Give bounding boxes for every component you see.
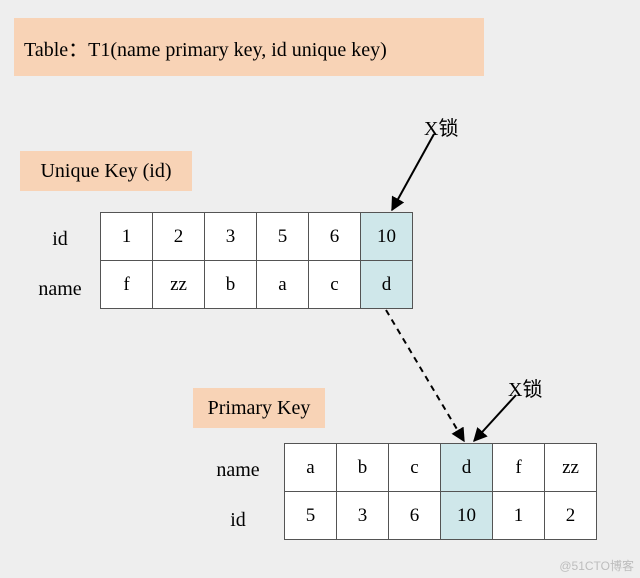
unique-key-table: 1 2 3 5 6 10 f zz b a c d	[100, 212, 413, 309]
cell: f	[101, 261, 153, 309]
cell: f	[493, 444, 545, 492]
cell: c	[309, 261, 361, 309]
row-label-name: name	[208, 459, 268, 482]
cell-locked: 10	[441, 492, 493, 540]
cell: 1	[493, 492, 545, 540]
cell: 2	[545, 492, 597, 540]
xlock-label-bottom: X锁	[508, 373, 542, 402]
row-label-id: id	[30, 228, 90, 251]
primary-key-table: a b c d f zz 5 3 6 10 1 2	[284, 443, 597, 540]
row-label-id: id	[208, 509, 268, 532]
cell: 5	[285, 492, 337, 540]
cell: a	[285, 444, 337, 492]
cell: zz	[545, 444, 597, 492]
cell-locked: 10	[361, 213, 413, 261]
cell-locked: d	[441, 444, 493, 492]
unique-key-label: Unique Key (id)	[20, 151, 192, 191]
cell-locked: d	[361, 261, 413, 309]
arrow-xlock-top	[392, 134, 434, 210]
row-label-name: name	[30, 278, 90, 301]
cell: 5	[257, 213, 309, 261]
cell: zz	[153, 261, 205, 309]
cell: 6	[389, 492, 441, 540]
cell: 3	[205, 213, 257, 261]
primary-key-label: Primary Key	[193, 388, 325, 428]
cell: b	[337, 444, 389, 492]
watermark: @51CTO博客	[559, 557, 634, 574]
cell: b	[205, 261, 257, 309]
cell: 1	[101, 213, 153, 261]
arrow-link-dashed	[386, 310, 464, 441]
cell: a	[257, 261, 309, 309]
cell: 6	[309, 213, 361, 261]
cell: 3	[337, 492, 389, 540]
xlock-label-top: X锁	[424, 112, 458, 141]
cell: 2	[153, 213, 205, 261]
cell: c	[389, 444, 441, 492]
table-definition-header: Table：T1(name primary key, id unique key…	[14, 18, 484, 76]
